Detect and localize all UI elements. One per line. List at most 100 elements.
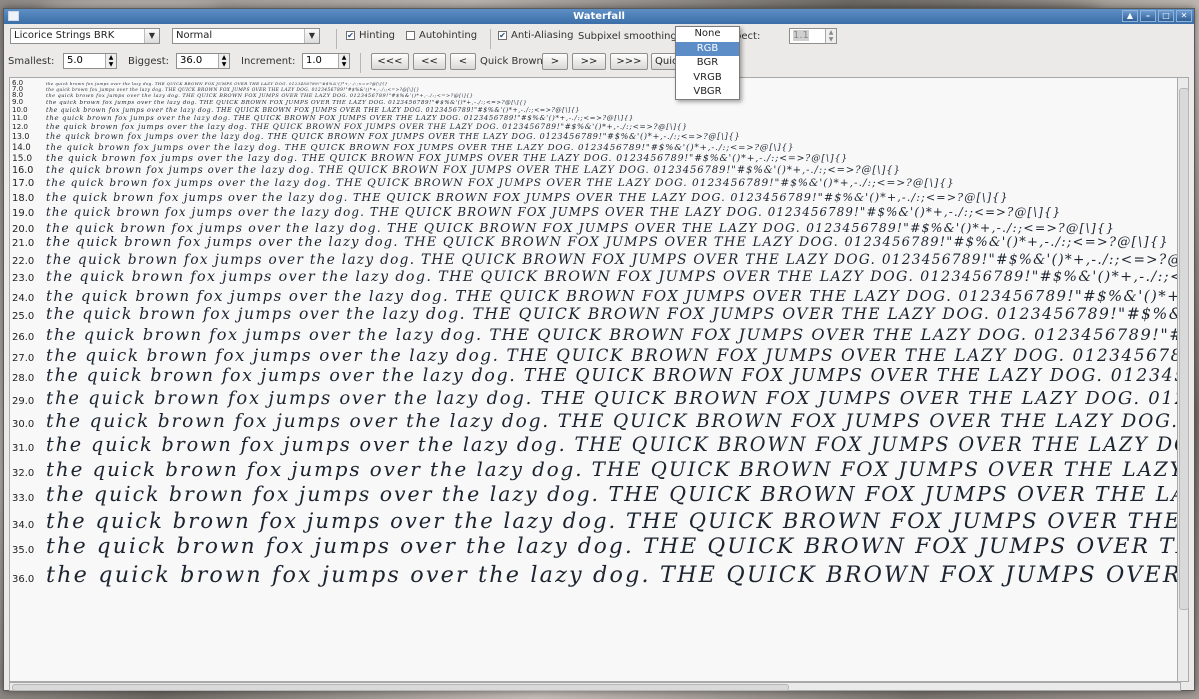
sample-text: the quick brown fox jumps over the lazy … bbox=[46, 324, 1181, 344]
waterfall-row: 24.0 the quick brown fox jumps over the l… bbox=[12, 286, 1181, 305]
increment-value: 1.0 bbox=[306, 55, 322, 66]
size-label: 9.0 bbox=[12, 97, 24, 106]
first-page-button[interactable]: <<< bbox=[371, 53, 409, 70]
size-label: 17.0 bbox=[12, 178, 35, 190]
antialiasing-checkbox[interactable]: ✔ Anti-Aliasing bbox=[498, 30, 573, 41]
size-label: 11.0 bbox=[12, 113, 28, 122]
next-button[interactable]: > bbox=[542, 53, 568, 70]
sample-text: the quick brown fox jumps over the lazy … bbox=[46, 99, 528, 106]
waterfall-row: 36.0 the quick brown fox jumps over the l… bbox=[12, 561, 1181, 590]
spinner-arrows-icon: ▲ ▼ bbox=[825, 29, 836, 43]
hinting-label: Hinting bbox=[359, 30, 396, 41]
toolbar-row-2: Smallest: 5.0 ▲ ▼ Biggest: 36.0 ▲ ▼ Increm… bbox=[4, 53, 1194, 77]
subpixel-option-vrgb[interactable]: VRGB bbox=[676, 71, 739, 86]
waterfall-row: 13.0 the quick brown fox jumps over the l… bbox=[12, 132, 740, 142]
size-label: 14.0 bbox=[12, 142, 31, 153]
waterfall-row: 17.0 the quick brown fox jumps over the l… bbox=[12, 177, 955, 190]
size-label: 21.0 bbox=[12, 238, 35, 250]
sample-text: the quick brown fox jumps over the lazy … bbox=[46, 457, 1181, 481]
sample-text: the quick brown fox jumps over the lazy … bbox=[46, 344, 1181, 365]
window-title: Waterfall bbox=[573, 11, 625, 22]
font-style-value: Normal bbox=[176, 30, 213, 41]
waterfall-row: 19.0 the quick brown fox jumps over the l… bbox=[12, 205, 1061, 220]
sample-text: the quick brown fox jumps over the lazy … bbox=[46, 219, 1116, 235]
waterfall-row: 18.0 the quick brown fox jumps over the l… bbox=[12, 191, 1009, 205]
toolbar-row-1: Licorice Strings BRK ▼ Normal ▼ ✔ Hintin… bbox=[4, 26, 1194, 52]
previous-page-button[interactable]: << bbox=[413, 53, 446, 70]
horizontal-scroll-thumb[interactable] bbox=[12, 684, 789, 691]
waterfall-row: 25.0 the quick brown fox jumps over the l… bbox=[12, 305, 1181, 324]
divider bbox=[360, 53, 361, 73]
waterfall-row: 21.0 the quick brown fox jumps over the l… bbox=[12, 235, 1169, 251]
font-style-combo[interactable]: Normal ▼ bbox=[172, 28, 320, 44]
subpixel-option-rgb[interactable]: RGB bbox=[676, 41, 739, 56]
font-name-combo[interactable]: Licorice Strings BRK ▼ bbox=[10, 28, 160, 44]
keep-above-icon[interactable]: ▲ bbox=[1122, 10, 1138, 22]
waterfall-row: 12.0 the quick brown fox jumps over the l… bbox=[12, 122, 688, 131]
waterfall-row: 9.0 the quick brown fox jumps over the la… bbox=[12, 97, 528, 106]
waterfall-window: Waterfall ▲ – □ ✕ Licorice Strings BRK ▼… bbox=[3, 8, 1195, 691]
size-label: 12.0 bbox=[12, 122, 29, 132]
size-label: 13.0 bbox=[12, 131, 30, 141]
minimize-icon[interactable]: – bbox=[1140, 10, 1156, 22]
sample-text: the quick brown fox jumps over the lazy … bbox=[46, 561, 1181, 588]
sample-text: the quick brown fox jumps over the lazy … bbox=[46, 113, 634, 122]
waterfall-row: 27.0 the quick brown fox jumps over the l… bbox=[12, 344, 1181, 366]
waterfall-row: 7.0 the quick brown fox jumps over the la… bbox=[12, 86, 420, 94]
aspect-value: 1.1 bbox=[793, 30, 809, 41]
waterfall-row: 29.0 the quick brown fox jumps over the l… bbox=[12, 388, 1180, 410]
sample-text: the quick brown fox jumps over the lazy … bbox=[46, 235, 1169, 251]
title-bar[interactable]: Waterfall ▲ – □ ✕ bbox=[4, 9, 1194, 24]
antialiasing-checkmark-icon: ✔ bbox=[498, 31, 507, 40]
subpixel-option-bgr[interactable]: BGR bbox=[676, 56, 739, 71]
subpixel-option-none[interactable]: None bbox=[676, 27, 739, 42]
previous-button[interactable]: < bbox=[450, 53, 476, 70]
maximize-icon[interactable]: □ bbox=[1158, 10, 1174, 22]
font-name-value: Licorice Strings BRK bbox=[14, 30, 115, 41]
sample-text: the quick brown fox jumps over the lazy … bbox=[46, 190, 1009, 204]
size-label: 25.0 bbox=[12, 311, 35, 323]
sample-text: the quick brown fox jumps over the lazy … bbox=[46, 286, 1181, 305]
chevron-down-icon: ▼ bbox=[304, 29, 319, 43]
last-page-button[interactable]: >>> bbox=[610, 53, 648, 70]
sample-text: the quick brown fox jumps over the lazy … bbox=[46, 122, 688, 132]
waterfall-row: 6.0 the quick brown fox jumps over the la… bbox=[12, 80, 388, 87]
horizontal-scrollbar[interactable] bbox=[9, 682, 1181, 691]
vertical-scrollbar[interactable] bbox=[1177, 77, 1189, 682]
sample-text: the quick brown fox jumps over the lazy … bbox=[46, 143, 795, 154]
subpixel-dropdown-list[interactable]: None RGB BGR VRGB VBGR bbox=[675, 26, 740, 100]
sample-text: the quick brown fox jumps over the lazy … bbox=[46, 251, 1181, 268]
sample-text: the quick brown fox jumps over the lazy … bbox=[46, 508, 1181, 533]
sample-text: the quick brown fox jumps over the lazy … bbox=[46, 204, 1062, 219]
sample-text: the quick brown fox jumps over the lazy … bbox=[46, 153, 849, 165]
waterfall-row: 14.0 the quick brown fox jumps over the l… bbox=[12, 142, 794, 153]
biggest-label: Biggest: bbox=[128, 56, 169, 67]
autohinting-checkbox[interactable]: Autohinting bbox=[406, 30, 477, 41]
size-label: 36.0 bbox=[12, 573, 35, 585]
waterfall-row: 20.0 the quick brown fox jumps over the l… bbox=[12, 220, 1115, 235]
waterfall-row: 30.0 the quick brown fox jumps over the l… bbox=[12, 410, 1180, 433]
sample-text: the quick brown fox jumps over the lazy … bbox=[46, 305, 1181, 324]
increment-label: Increment: bbox=[241, 56, 296, 67]
sample-text: the quick brown fox jumps over the lazy … bbox=[46, 268, 1181, 285]
hinting-checkbox[interactable]: ✔ Hinting bbox=[346, 30, 395, 41]
waterfall-row: 26.0 the quick brown fox jumps over the l… bbox=[12, 324, 1181, 345]
sample-text: the quick brown fox jumps over the lazy … bbox=[46, 177, 955, 190]
sample-text: the quick brown fox jumps over the lazy … bbox=[46, 534, 1180, 560]
biggest-spinner[interactable]: 36.0 ▲ ▼ bbox=[176, 53, 230, 69]
size-label: 23.0 bbox=[12, 272, 35, 284]
smallest-value: 5.0 bbox=[67, 55, 83, 66]
smallest-spinner[interactable]: 5.0 ▲ ▼ bbox=[63, 53, 117, 69]
subpixel-option-vbgr[interactable]: VBGR bbox=[676, 85, 739, 100]
aspect-spinner[interactable]: 1.1 ▲ ▼ bbox=[789, 28, 837, 44]
waterfall-row: 35.0 the quick brown fox jumps over the l… bbox=[12, 534, 1180, 561]
sample-text: the quick brown fox jumps over the lazy … bbox=[46, 482, 1180, 507]
vertical-scroll-thumb[interactable] bbox=[1179, 88, 1189, 610]
biggest-value: 36.0 bbox=[180, 55, 203, 66]
increment-spinner[interactable]: 1.0 ▲ ▼ bbox=[302, 53, 350, 69]
smallest-label: Smallest: bbox=[8, 56, 55, 67]
waterfall-canvas[interactable]: 6.0 the quick brown fox jumps over the la… bbox=[9, 77, 1181, 682]
size-label: 16.0 bbox=[12, 164, 34, 176]
next-page-button[interactable]: >> bbox=[572, 53, 606, 70]
close-icon[interactable]: ✕ bbox=[1176, 10, 1192, 22]
